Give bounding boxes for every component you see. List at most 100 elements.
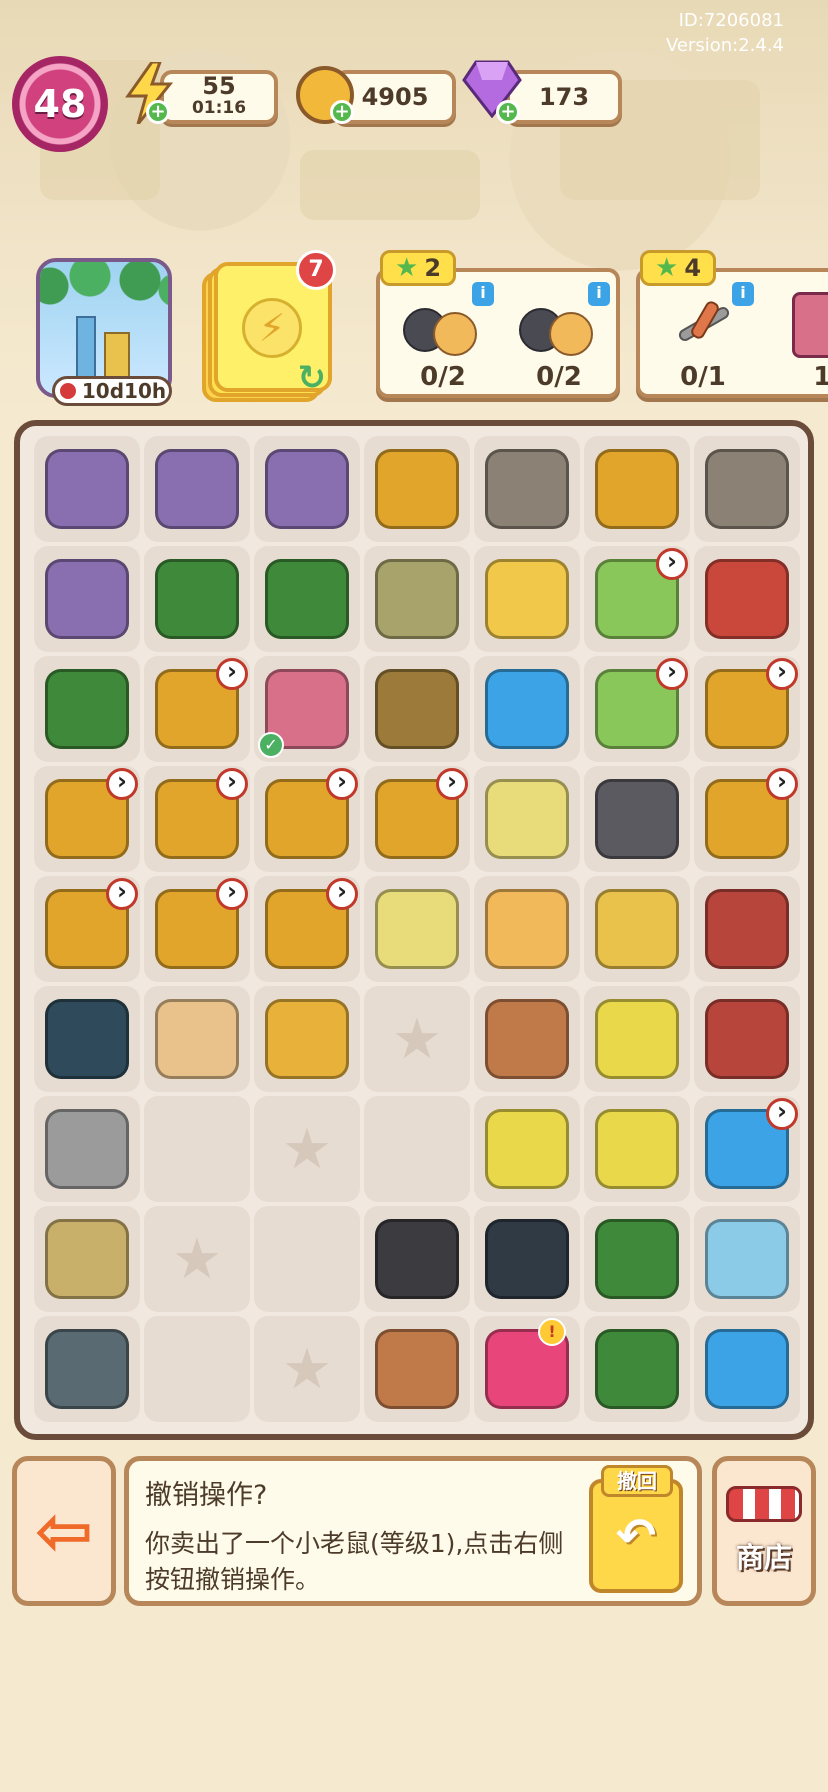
- board-cell[interactable]: [364, 876, 470, 982]
- gray-locker-icon[interactable]: [485, 449, 569, 529]
- moving-pile-icon[interactable]: [45, 559, 129, 639]
- green-toolbox-icon[interactable]: [45, 669, 129, 749]
- board-cell[interactable]: [364, 766, 470, 872]
- order-slot[interactable]: i 0/1: [648, 282, 758, 392]
- chest-expander-icon[interactable]: [45, 1329, 129, 1409]
- board-cell[interactable]: [254, 986, 360, 1092]
- board-cell[interactable]: [694, 1206, 800, 1312]
- board-cell[interactable]: [364, 546, 470, 652]
- plant-pot-icon[interactable]: [595, 889, 679, 969]
- basket-tools-icon[interactable]: [485, 1109, 569, 1189]
- wheelbarrow-tools-icon[interactable]: [705, 999, 789, 1079]
- board-cell[interactable]: [34, 1316, 140, 1422]
- board-cell[interactable]: ★: [254, 1096, 360, 1202]
- board-cell[interactable]: [144, 1316, 250, 1422]
- board-cell[interactable]: [364, 1316, 470, 1422]
- energy-card-deck[interactable]: ⚡ 7 ↻: [202, 250, 336, 402]
- board-cell[interactable]: ✓: [254, 656, 360, 762]
- board-cell[interactable]: [34, 656, 140, 762]
- ab-roller-icon[interactable]: [485, 1219, 569, 1299]
- board-cell[interactable]: [694, 766, 800, 872]
- sandbags-icon[interactable]: [375, 559, 459, 639]
- board-cell[interactable]: [584, 1096, 690, 1202]
- moving-pile-icon[interactable]: [155, 449, 239, 529]
- paint-bucket-icon[interactable]: [485, 559, 569, 639]
- board-cell[interactable]: [34, 876, 140, 982]
- potato-icon[interactable]: [485, 999, 569, 1079]
- board-cell[interactable]: [254, 546, 360, 652]
- board-cell[interactable]: [584, 986, 690, 1092]
- board-cell[interactable]: [144, 1096, 250, 1202]
- board-cell[interactable]: [694, 1096, 800, 1202]
- tool-basket-icon[interactable]: [705, 559, 789, 639]
- paint-can-icon[interactable]: [45, 1219, 129, 1299]
- board-cell[interactable]: [34, 546, 140, 652]
- shop-button[interactable]: 商店: [712, 1456, 816, 1606]
- order-card-2[interactable]: ★4 i 0/1 1/: [636, 250, 828, 398]
- board-cell[interactable]: [364, 656, 470, 762]
- board-cell[interactable]: [584, 766, 690, 872]
- board-cell[interactable]: [254, 876, 360, 982]
- board-cell[interactable]: [694, 546, 800, 652]
- board-cell[interactable]: [144, 986, 250, 1092]
- board-cell[interactable]: ★: [254, 1316, 360, 1422]
- board-cell[interactable]: [474, 656, 580, 762]
- board-cell[interactable]: [584, 1206, 690, 1312]
- board-cell[interactable]: [694, 986, 800, 1092]
- board-cell[interactable]: [254, 436, 360, 542]
- printer-icon[interactable]: [705, 1219, 789, 1299]
- caster-wheel-icon[interactable]: [595, 779, 679, 859]
- board-cell[interactable]: [694, 876, 800, 982]
- hand-grip-icon[interactable]: [375, 1219, 459, 1299]
- wheelbarrow-tools-icon[interactable]: [705, 889, 789, 969]
- hamster-icon[interactable]: [485, 889, 569, 969]
- board-cell[interactable]: [474, 436, 580, 542]
- add-coins-button[interactable]: +: [330, 100, 354, 124]
- rope-coil-icon[interactable]: [375, 669, 459, 749]
- green-toolcase-icon[interactable]: [595, 1329, 679, 1409]
- board-cell[interactable]: !: [474, 1316, 580, 1422]
- board-cell[interactable]: [474, 986, 580, 1092]
- order-slot[interactable]: i 0/2: [388, 282, 498, 392]
- add-energy-button[interactable]: +: [146, 100, 170, 124]
- board-cell[interactable]: ★: [364, 986, 470, 1092]
- player-level-badge[interactable]: 48: [12, 56, 108, 152]
- board-cell[interactable]: [474, 876, 580, 982]
- gem-counter[interactable]: 173: [506, 70, 622, 124]
- order-slot[interactable]: i 0/2: [504, 282, 614, 392]
- green-toolbox-open-icon[interactable]: [265, 559, 349, 639]
- board-cell[interactable]: [144, 656, 250, 762]
- board-cell[interactable]: [584, 876, 690, 982]
- board-cell[interactable]: [34, 1096, 140, 1202]
- board-cell[interactable]: [144, 766, 250, 872]
- board-cell[interactable]: [584, 1316, 690, 1422]
- hammer-icon[interactable]: [45, 1109, 129, 1189]
- board-cell[interactable]: [584, 546, 690, 652]
- board-cell[interactable]: [254, 1206, 360, 1312]
- board-cell[interactable]: [144, 876, 250, 982]
- potato-half-icon[interactable]: [375, 1329, 459, 1409]
- exit-button[interactable]: ⇦: [12, 1456, 116, 1606]
- frame-icon[interactable]: [375, 889, 459, 969]
- board-cell[interactable]: [34, 1206, 140, 1312]
- basket-tools-icon[interactable]: [595, 1109, 679, 1189]
- board-cell[interactable]: [34, 986, 140, 1092]
- board-cell[interactable]: [34, 436, 140, 542]
- trash-bag-icon[interactable]: [45, 999, 129, 1079]
- board-cell[interactable]: [144, 546, 250, 652]
- board-cell[interactable]: ★: [144, 1206, 250, 1312]
- order-slot[interactable]: 1/: [772, 282, 828, 392]
- basket-tools-icon[interactable]: [595, 999, 679, 1079]
- board-cell[interactable]: [474, 1206, 580, 1312]
- board-cell[interactable]: [694, 656, 800, 762]
- green-toolcase-icon[interactable]: [595, 1219, 679, 1299]
- yarn-ball-icon[interactable]: [485, 779, 569, 859]
- board-cell[interactable]: [474, 1096, 580, 1202]
- board-cell[interactable]: [364, 1096, 470, 1202]
- board-cell[interactable]: [254, 766, 360, 872]
- jump-rope-icon[interactable]: [485, 669, 569, 749]
- gray-cabinet-icon[interactable]: [705, 449, 789, 529]
- add-gems-button[interactable]: +: [496, 100, 520, 124]
- board-cell[interactable]: [364, 1206, 470, 1312]
- board-cell[interactable]: [364, 436, 470, 542]
